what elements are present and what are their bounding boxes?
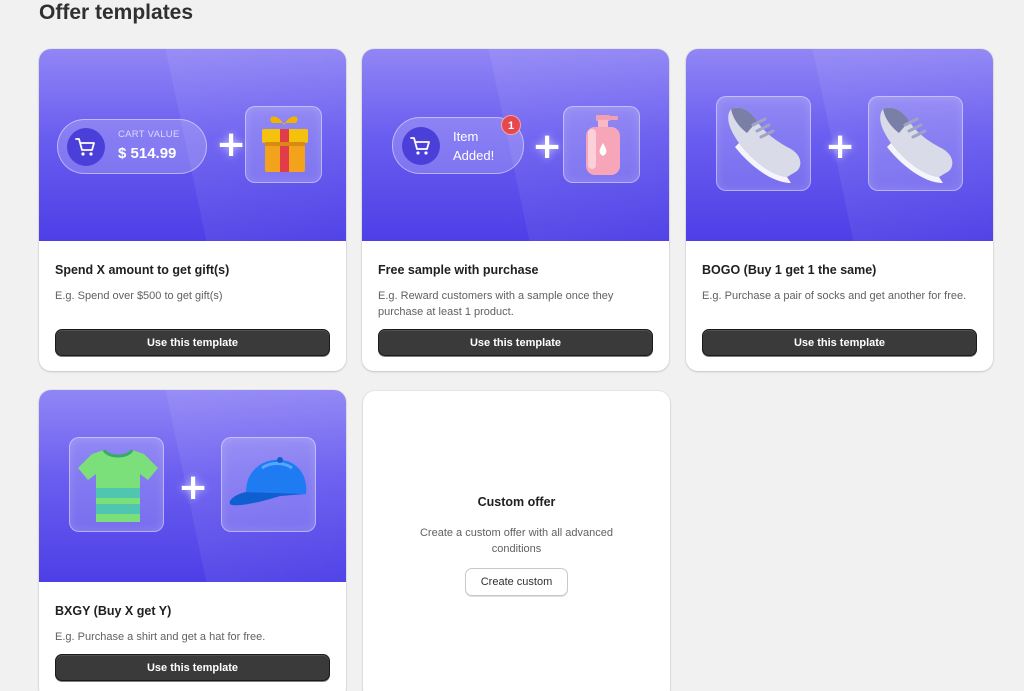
sneaker-icon xyxy=(880,107,953,183)
item-count-badge: 1 xyxy=(501,115,521,135)
cap-icon xyxy=(229,457,307,506)
custom-offer-description: Create a custom offer with all advanced … xyxy=(419,527,613,555)
template-description: E.g. Purchase a shirt and get a hat for … xyxy=(55,631,266,643)
template-banner: + xyxy=(39,390,346,582)
template-title: Spend X amount to get gift(s) xyxy=(55,263,230,277)
plus-icon: + xyxy=(178,467,209,508)
template-title: BOGO (Buy 1 get 1 the same) xyxy=(702,263,877,277)
template-card-free-sample: Item Added! 1 + Free sample with purchas… xyxy=(362,49,669,371)
page-title: Offer templates xyxy=(39,1,194,24)
cart-value-pill: CART VALUE $ 514.99 xyxy=(57,119,207,174)
cart-icon xyxy=(75,138,95,156)
template-card-spend-gift: CART VALUE $ 514.99 + Spend X amount to … xyxy=(39,49,346,371)
cart-value-label: CART VALUE xyxy=(118,129,180,140)
template-banner: CART VALUE $ 514.99 + xyxy=(39,49,346,241)
custom-offer-card: Custom offer Create a custom offer with … xyxy=(363,391,670,691)
gift-icon xyxy=(262,116,308,172)
template-description: E.g. Spend over $500 to get gift(s) xyxy=(55,290,223,302)
create-custom-button[interactable]: Create custom xyxy=(465,568,568,596)
custom-offer-title: Custom offer xyxy=(477,495,556,509)
template-title: Free sample with purchase xyxy=(378,263,539,277)
plus-icon: + xyxy=(216,124,247,165)
template-description: E.g. Purchase a pair of socks and get an… xyxy=(702,290,967,302)
use-template-button[interactable]: Use this template xyxy=(378,329,653,356)
sneaker-icon xyxy=(728,107,801,183)
template-description: E.g. Reward customers with a sample once… xyxy=(378,290,614,318)
use-template-button[interactable]: Use this template xyxy=(702,329,977,356)
template-card-bogo: + BOGO (Buy 1 get 1 the same) E.g. Purch… xyxy=(686,49,993,371)
template-card-bxgy: + BXGY (Buy X get Y) E.g. Purchase a shi… xyxy=(39,390,346,691)
use-template-button[interactable]: Use this template xyxy=(55,329,330,356)
use-template-button[interactable]: Use this template xyxy=(55,654,330,681)
item-added-line1: Item xyxy=(453,129,479,144)
item-added-line2: Added! xyxy=(453,148,495,163)
plus-icon: + xyxy=(825,126,856,167)
tshirt-icon xyxy=(78,449,158,522)
template-banner: Item Added! 1 + xyxy=(362,49,669,241)
plus-icon: + xyxy=(532,126,563,167)
template-title: BXGY (Buy X get Y) xyxy=(55,604,172,618)
cart-icon xyxy=(410,137,430,155)
cart-value-amount: $ 514.99 xyxy=(118,145,177,162)
template-banner: + xyxy=(686,49,993,241)
lotion-bottle-icon xyxy=(586,115,620,175)
